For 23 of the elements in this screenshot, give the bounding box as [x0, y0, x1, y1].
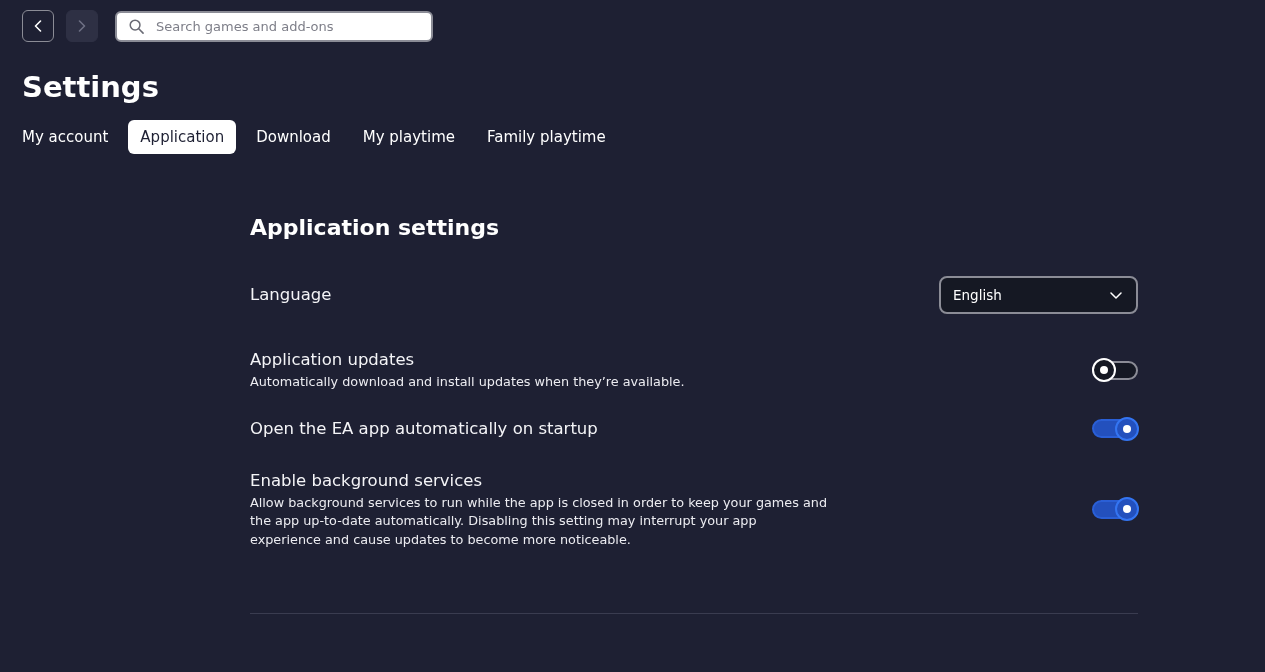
tab[interactable]: My playtime: [350, 120, 467, 154]
toggle-switch[interactable]: [1092, 358, 1139, 383]
language-dropdown[interactable]: English: [939, 276, 1138, 314]
setting-label: Application updates: [250, 349, 415, 371]
toggle-switch[interactable]: [1092, 416, 1139, 441]
search-icon: [129, 18, 144, 34]
section-title: Application settings: [250, 214, 500, 242]
page-title: Settings: [22, 69, 159, 105]
tab[interactable]: Application: [128, 120, 237, 154]
setting-description: Allow background services to run while the app is closed in order to keep your games and the app up-to-date automatically. Disabling this setting may interrupt your app experience and cause updates to become more noticeable.: [250, 493, 828, 549]
chevron-down-icon: [1110, 291, 1122, 299]
chevron-left-icon: [34, 20, 42, 32]
tab[interactable]: Family playtime: [474, 120, 618, 154]
setting-label: Language: [250, 284, 332, 306]
toggle-switch[interactable]: [1092, 497, 1139, 522]
back-button[interactable]: [22, 10, 54, 42]
tab[interactable]: My account: [10, 120, 121, 154]
tab[interactable]: Download: [244, 120, 343, 154]
setting-description: Automatically download and install updates when they’re available.: [250, 373, 685, 391]
chevron-right-icon: [78, 20, 86, 32]
setting-label: Open the EA app automatically on startup: [250, 417, 598, 440]
setting-label: Enable background services: [250, 469, 482, 492]
search-field[interactable]: Search games and add-ons: [115, 10, 433, 42]
